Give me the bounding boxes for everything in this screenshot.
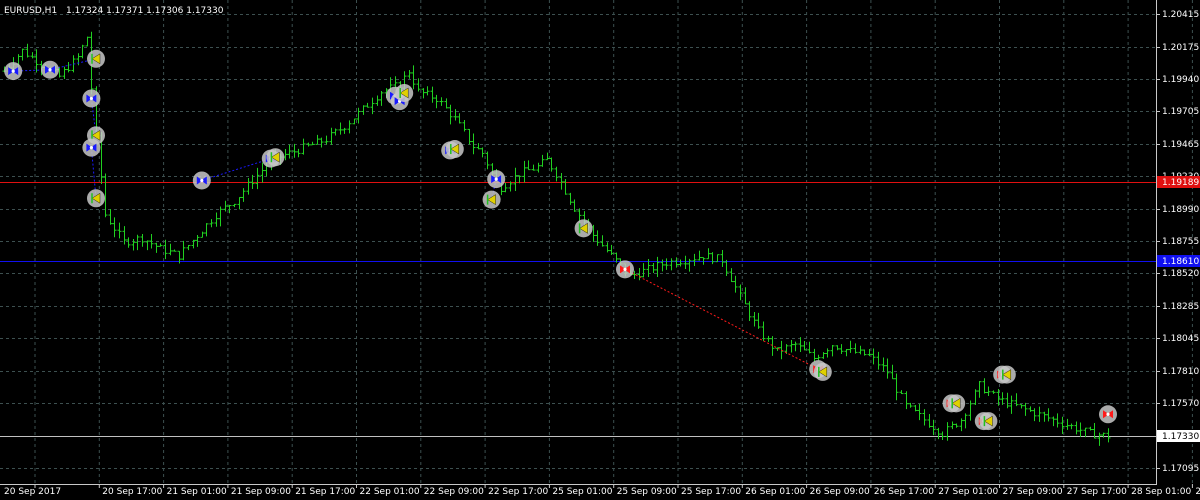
time-tick-label: 22 Sep 17:00 — [488, 487, 548, 497]
time-tick-label: 28 Sep 09 — [1195, 487, 1200, 497]
sell-marker[interactable] — [616, 260, 634, 279]
price-tick-label: 1.17095 — [1162, 464, 1199, 474]
price-chart[interactable]: 1.204151.201751.199401.197051.194651.192… — [0, 0, 1200, 500]
bid-price-label: 1.17330 — [1162, 432, 1199, 442]
buy-marker[interactable] — [4, 62, 23, 81]
close-marker[interactable] — [87, 189, 105, 208]
time-tick-label: 26 Sep 09:00 — [810, 487, 870, 497]
time-tick-label: 25 Sep 17:00 — [681, 487, 741, 497]
time-tick-label: 26 Sep 01:00 — [745, 487, 805, 497]
time-tick-label: 21 Sep 01:00 — [167, 487, 227, 497]
time-tick-label: 25 Sep 09:00 — [617, 487, 677, 497]
buy-marker[interactable] — [82, 138, 101, 157]
close-marker[interactable] — [947, 394, 966, 413]
ohlc-values: 1.17324 1.17371 1.17306 1.17330 — [66, 6, 224, 16]
chart-header: EURUSD,H1 1.17324 1.17371 1.17306 1.1733… — [4, 6, 224, 16]
symbol-timeframe: EURUSD,H1 — [4, 6, 57, 16]
price-tick-label: 1.18285 — [1162, 302, 1199, 312]
price-tick-label: 1.17810 — [1162, 367, 1199, 377]
price-tick-label: 1.19465 — [1162, 140, 1199, 150]
price-tick-label: 1.18520 — [1162, 269, 1199, 279]
buy-marker[interactable] — [487, 170, 506, 189]
close-marker[interactable] — [997, 365, 1016, 384]
time-tick-label: 25 Sep 01:00 — [552, 487, 612, 497]
time-tick-label: 20 Sep 17:00 — [102, 487, 162, 497]
price-tick-label: 1.20415 — [1162, 10, 1199, 20]
close-marker[interactable] — [87, 49, 105, 68]
close-marker[interactable] — [395, 83, 414, 102]
time-tick-label: 28 Sep 01:00 — [1131, 487, 1191, 497]
resistance-price-tag: 1.19189 — [1157, 176, 1200, 188]
price-tick-label: 1.19940 — [1162, 75, 1199, 85]
chart-background — [0, 0, 1200, 500]
price-tick-label: 1.18045 — [1162, 334, 1199, 344]
price-axis-labels: 1.204151.201751.199401.197051.194651.192… — [1156, 10, 1200, 474]
buy-marker[interactable] — [192, 171, 211, 190]
price-tick-label: 1.18755 — [1162, 237, 1199, 247]
buy-marker[interactable] — [82, 89, 101, 108]
close-marker[interactable] — [482, 190, 501, 209]
time-tick-label: 20 Sep 2017 — [4, 487, 61, 497]
price-tick-label: 1.18990 — [1162, 205, 1199, 215]
sell-marker[interactable] — [1099, 405, 1117, 424]
time-tick-label: 22 Sep 01:00 — [360, 487, 420, 497]
close-marker[interactable] — [813, 362, 832, 381]
time-tick-label: 27 Sep 17:00 — [1067, 487, 1127, 497]
time-tick-label: 27 Sep 01:00 — [938, 487, 998, 497]
close-marker[interactable] — [574, 219, 593, 238]
close-marker[interactable] — [979, 412, 998, 431]
price-tick-label: 1.19705 — [1162, 107, 1199, 117]
close-marker[interactable] — [445, 140, 464, 159]
time-tick-label: 21 Sep 09:00 — [231, 487, 291, 497]
support-price-label: 1.18610 — [1162, 257, 1199, 267]
resistance-price-label: 1.19189 — [1162, 178, 1199, 188]
buy-marker[interactable] — [41, 60, 59, 79]
time-tick-label: 21 Sep 17:00 — [295, 487, 355, 497]
time-tick-label: 27 Sep 09:00 — [1003, 487, 1063, 497]
price-tick-label: 1.20175 — [1162, 43, 1199, 53]
time-tick-label: 26 Sep 17:00 — [874, 487, 934, 497]
time-tick-label: 22 Sep 09:00 — [424, 487, 484, 497]
support-price-tag: 1.18610 — [1157, 255, 1200, 267]
close-marker[interactable] — [266, 148, 285, 167]
bid-price-tag: 1.17330 — [1157, 430, 1200, 442]
price-tick-label: 1.17570 — [1162, 399, 1199, 409]
